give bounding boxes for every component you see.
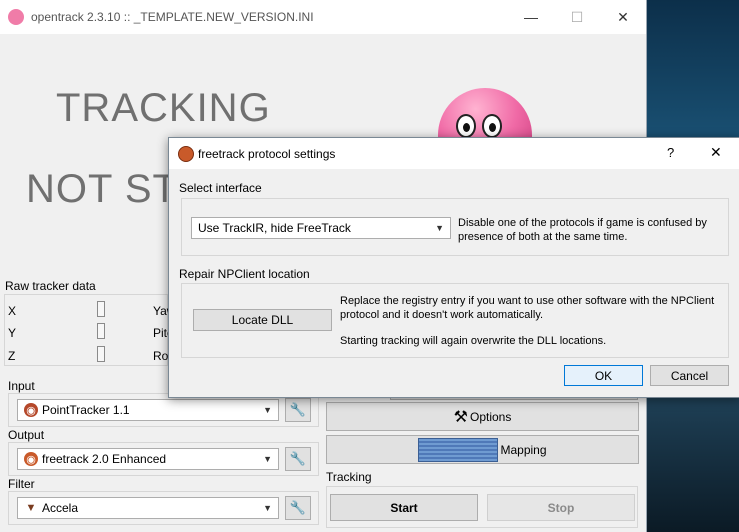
options-button[interactable]: ⚒ Options bbox=[326, 402, 639, 431]
filter-settings-wrench-button[interactable]: 🔧 bbox=[285, 496, 311, 520]
repair-npclient-heading: Repair NPClient location bbox=[179, 267, 310, 281]
chevron-down-icon: ▼ bbox=[263, 454, 272, 464]
select-interface-heading: Select interface bbox=[179, 181, 262, 195]
interface-select-value: Use TrackIR, hide FreeTrack bbox=[198, 221, 351, 235]
dialog-close-button[interactable]: ✕ bbox=[710, 144, 722, 161]
raw-tracker-heading: Raw tracker data bbox=[5, 279, 96, 293]
input-settings-wrench-button[interactable]: 🔧 bbox=[285, 398, 311, 422]
tracking-label: Tracking bbox=[326, 470, 372, 484]
input-label: Input bbox=[8, 379, 35, 393]
filter-select[interactable]: ▼ Accela ▼ bbox=[17, 497, 279, 519]
stop-tracking-button[interactable]: Stop bbox=[487, 494, 635, 521]
repair-note: Replace the registry entry if you want t… bbox=[340, 295, 715, 321]
mapping-button[interactable]: Mapping bbox=[326, 435, 639, 464]
maximize-button[interactable]: ☐ bbox=[554, 0, 600, 34]
chevron-down-icon: ▼ bbox=[263, 503, 272, 513]
axis-z-indicator bbox=[97, 346, 105, 362]
dialog-title: freetrack protocol settings bbox=[198, 147, 336, 161]
minimize-button[interactable]: — bbox=[508, 0, 554, 34]
freetrack-settings-dialog: freetrack protocol settings ? ✕ Select i… bbox=[168, 137, 739, 398]
dialog-titlebar: freetrack protocol settings ? ✕ bbox=[169, 138, 739, 169]
tools-icon: ⚒ bbox=[453, 408, 468, 426]
mascot-pupil bbox=[489, 123, 496, 132]
axis-x-label: X bbox=[8, 304, 17, 318]
raw-tracker-group bbox=[4, 294, 168, 366]
repair-note-2: Starting tracking will again overwrite t… bbox=[340, 335, 607, 347]
interface-select[interactable]: Use TrackIR, hide FreeTrack ▼ bbox=[191, 217, 451, 239]
tracking-status-line1: TRACKING bbox=[56, 86, 271, 130]
filter-label: Filter bbox=[8, 477, 35, 491]
mascot-pupil bbox=[463, 123, 470, 132]
output-settings-wrench-button[interactable]: 🔧 bbox=[285, 447, 311, 471]
output-label: Output bbox=[8, 428, 45, 442]
mascot-eye-left bbox=[456, 114, 476, 138]
close-button[interactable]: ✕ bbox=[600, 0, 646, 34]
mascot-eye-right bbox=[482, 114, 502, 138]
axis-x-indicator bbox=[97, 301, 105, 317]
accela-icon: ▼ bbox=[25, 502, 37, 514]
input-tracker-select[interactable]: ◉ PointTracker 1.1 ▼ bbox=[17, 399, 279, 421]
axis-y-label: Y bbox=[8, 326, 17, 340]
mapping-curve-icon bbox=[418, 437, 499, 462]
ok-button[interactable]: OK bbox=[564, 365, 643, 386]
window-title: opentrack 2.3.10 :: _TEMPLATE.NEW_VERSIO… bbox=[31, 10, 314, 24]
opentrack-octopus-icon bbox=[8, 9, 24, 25]
pointtracker-icon: ◉ bbox=[24, 403, 38, 417]
wrench-icon: 🔧 bbox=[289, 500, 307, 515]
mapping-button-label: Mapping bbox=[500, 442, 547, 457]
options-button-label: Options bbox=[469, 409, 512, 424]
wrench-icon: 🔧 bbox=[289, 402, 307, 417]
interface-note: Disable one of the protocols if game is … bbox=[458, 217, 707, 243]
axis-z-label: Z bbox=[8, 349, 16, 363]
start-tracking-button[interactable]: Start bbox=[330, 494, 478, 521]
chevron-down-icon: ▼ bbox=[435, 223, 444, 233]
output-protocol-select[interactable]: ◉ freetrack 2.0 Enhanced ▼ bbox=[17, 448, 279, 470]
tracking-status-line2: NOT ST bbox=[26, 167, 178, 211]
axis-y-indicator bbox=[97, 323, 105, 339]
help-button[interactable]: ? bbox=[667, 145, 674, 160]
output-protocol-value: freetrack 2.0 Enhanced bbox=[42, 452, 167, 466]
wrench-icon: 🔧 bbox=[289, 451, 307, 466]
locate-dll-button[interactable]: Locate DLL bbox=[193, 309, 332, 331]
freetrack-icon bbox=[178, 146, 194, 162]
main-titlebar: opentrack 2.3.10 :: _TEMPLATE.NEW_VERSIO… bbox=[0, 0, 646, 34]
chevron-down-icon: ▼ bbox=[263, 405, 272, 415]
filter-value: Accela bbox=[42, 501, 79, 515]
cancel-button[interactable]: Cancel bbox=[650, 365, 729, 386]
input-tracker-value: PointTracker 1.1 bbox=[42, 403, 130, 417]
freetrack-icon: ◉ bbox=[24, 452, 38, 466]
